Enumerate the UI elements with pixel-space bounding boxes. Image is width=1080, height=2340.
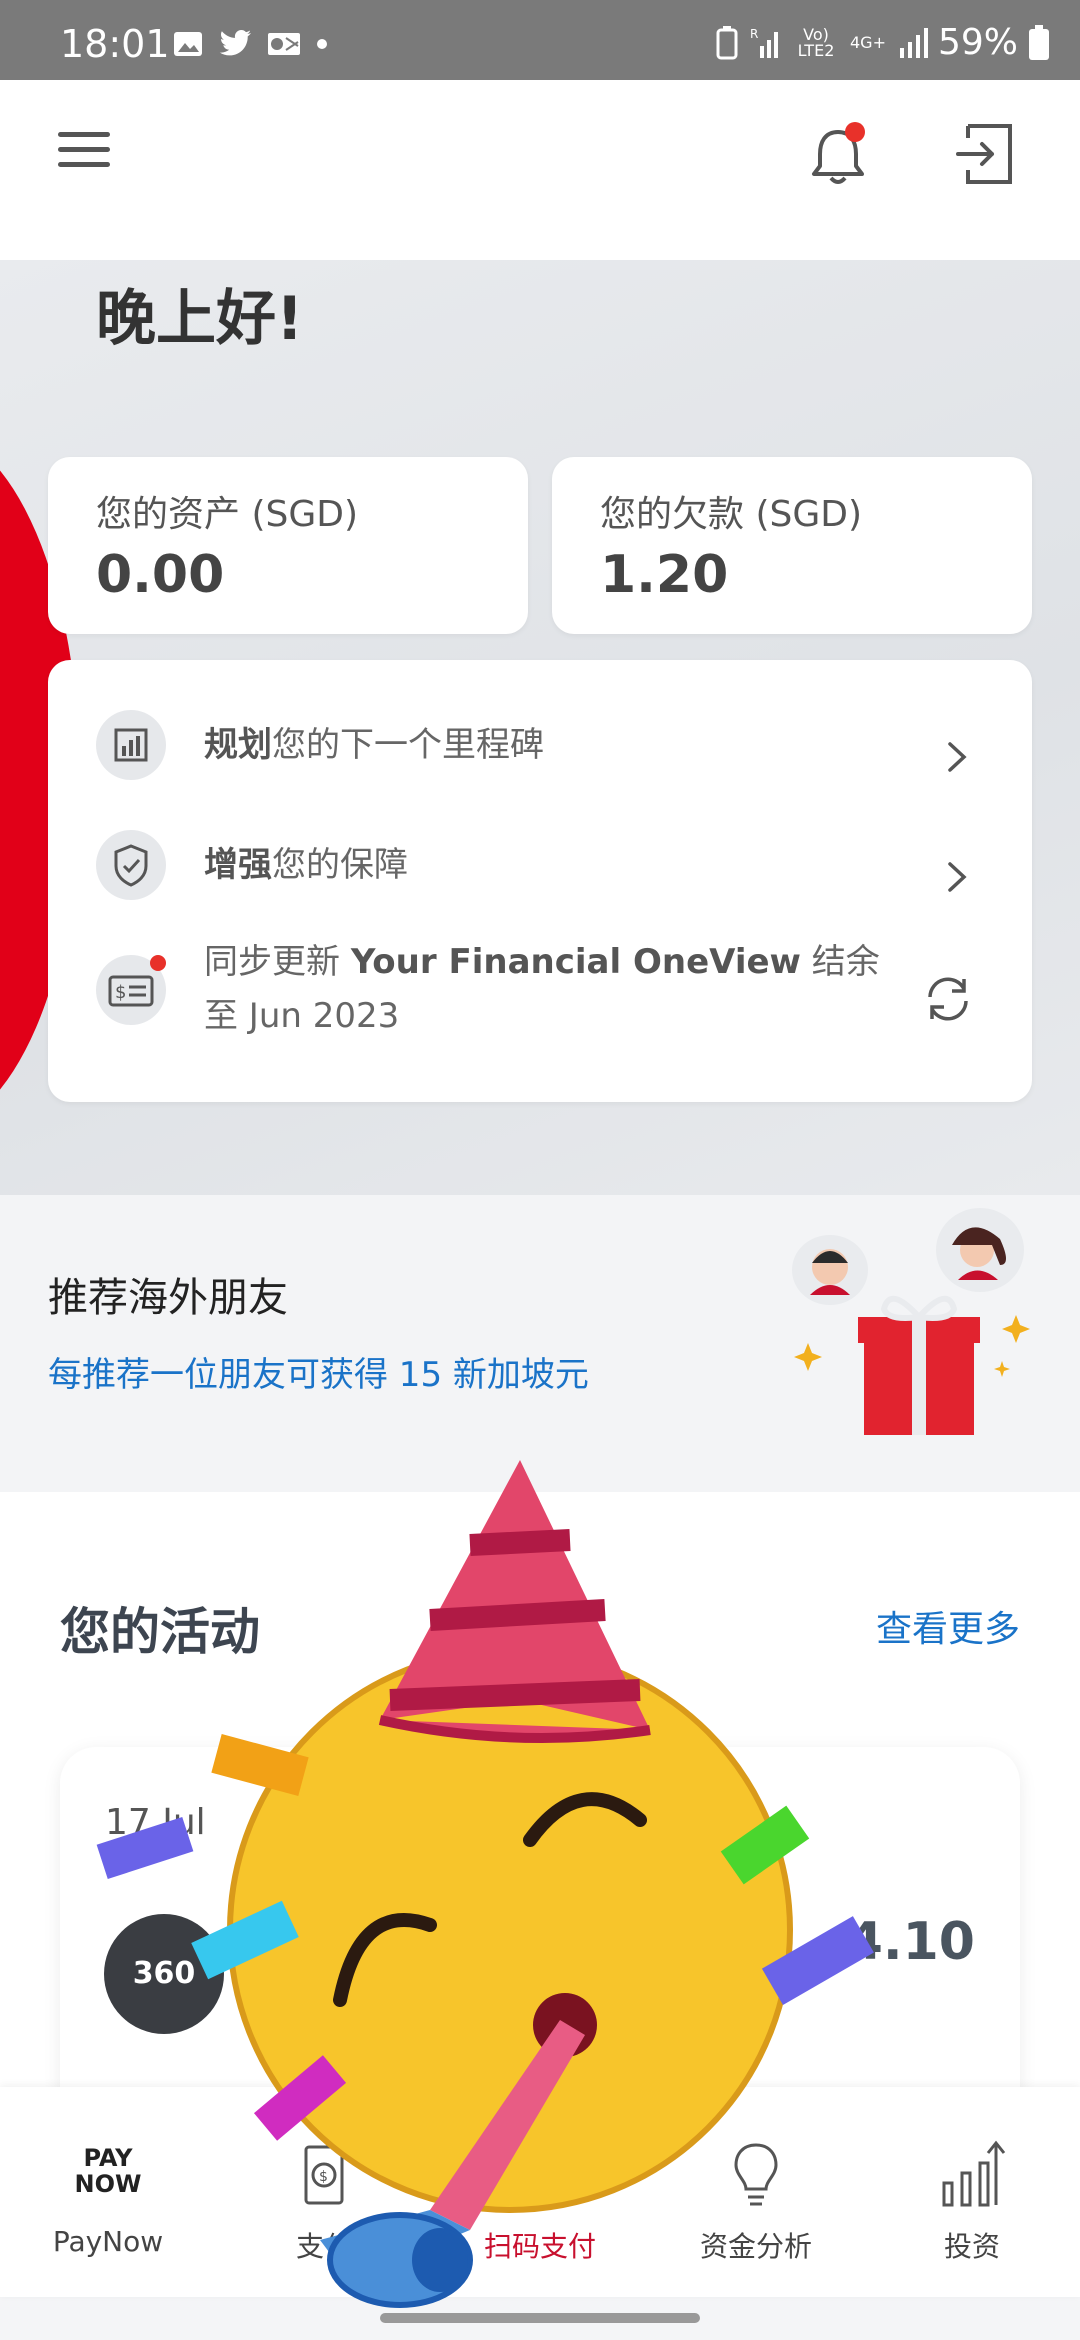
- nav-invest-label: 投资: [943, 2230, 1000, 2263]
- assets-card[interactable]: 您的资产 (SGD) 0.00: [48, 457, 528, 634]
- payment-icon: $: [304, 2145, 344, 2205]
- nav-paynow-label: PayNow: [52, 2225, 164, 2258]
- refresh-icon[interactable]: [920, 971, 976, 1027]
- status-right: R Vo) LTE2 4G+ 59%: [714, 22, 1050, 63]
- chart-icon: [96, 710, 166, 780]
- chevron-right-icon: [948, 742, 967, 772]
- actions-card: 规划您的下一个里程碑 增强您的保障 $ 同步更新 Your Financial …: [48, 660, 1032, 1102]
- invest-icon: [942, 2140, 1006, 2207]
- sync-oneview-text: 同步更新 Your Financial OneView 结余 至 Jun 202…: [204, 935, 880, 1043]
- nav-analysis[interactable]: 资金分析: [648, 2087, 864, 2297]
- merchant-avatar: 360: [104, 1914, 224, 2034]
- paynow-icon: PAY NOW: [68, 2145, 148, 2225]
- enhance-rest: 您的保障: [272, 845, 408, 885]
- sync-bold: Your Financial OneView: [350, 942, 801, 982]
- paynow-logo-line2: NOW: [74, 2170, 142, 2198]
- referral-banner[interactable]: 推荐海外朋友 每推荐一位朋友可获得 15 新加坡元: [0, 1195, 1080, 1492]
- activity-item-card[interactable]: 17 Jul 360 -4.10: [60, 1747, 1020, 2127]
- nav-paynow[interactable]: PAY NOW PayNow: [0, 2087, 216, 2297]
- plan-milestone-row[interactable]: 规划您的下一个里程碑: [48, 700, 1032, 790]
- notification-button[interactable]: [800, 118, 876, 194]
- svg-text:R: R: [750, 27, 758, 41]
- debts-value: 1.20: [600, 545, 729, 605]
- greeting: 晚上好!: [96, 284, 304, 354]
- activity-title: 您的活动: [60, 1603, 260, 1661]
- referral-title: 推荐海外朋友: [48, 1275, 288, 1321]
- twitter-icon: [219, 30, 251, 56]
- sync-line2: 至 Jun 2023: [204, 996, 400, 1036]
- sync-post: 结余: [800, 942, 880, 982]
- nav-invest[interactable]: 投资: [864, 2087, 1080, 2297]
- plan-rest: 您的下一个里程碑: [272, 725, 544, 765]
- signal-2-icon: [899, 27, 928, 58]
- sync-pre: 同步更新: [204, 942, 351, 982]
- dot-icon: [317, 39, 327, 49]
- nav-analysis-label: 资金分析: [699, 2230, 812, 2263]
- app-header: [0, 80, 1080, 260]
- activity-amount: -4.10: [825, 1912, 975, 1972]
- referral-subtitle[interactable]: 每推荐一位朋友可获得 15 新加坡元: [48, 1347, 589, 1396]
- paynow-logo-line1: PAY: [83, 2144, 133, 2172]
- nav-payment[interactable]: $ 支付: [216, 2087, 432, 2297]
- status-time: 18:01: [60, 22, 170, 66]
- status-notification-icons: [172, 30, 328, 58]
- outlook-icon: [268, 33, 300, 55]
- menu-icon-bar: [58, 147, 110, 152]
- enhance-bold: 增强: [204, 845, 272, 885]
- sync-oneview-row[interactable]: $ 同步更新 Your Financial OneView 结余 至 Jun 2…: [48, 935, 1032, 1075]
- menu-button[interactable]: [58, 130, 110, 170]
- debts-card[interactable]: 您的欠款 (SGD) 1.20: [552, 457, 1032, 634]
- bell-icon: [812, 122, 865, 184]
- logout-icon: [956, 124, 1012, 184]
- menu-icon-bar: [58, 162, 110, 167]
- chevron-right-icon: [948, 862, 967, 892]
- nav-payment-label: 支付: [295, 2230, 352, 2263]
- home-indicator[interactable]: [380, 2313, 700, 2323]
- assets-label: 您的资产 (SGD): [96, 494, 359, 535]
- plan-milestone-text: 规划您的下一个里程碑: [204, 718, 544, 772]
- debts-label: 您的欠款 (SGD): [600, 494, 863, 535]
- data-saver-icon: [716, 25, 738, 59]
- svg-text:$: $: [115, 982, 126, 1003]
- bulb-icon: [734, 2143, 778, 2206]
- see-more-link[interactable]: 查看更多: [876, 1600, 1020, 1652]
- logout-button[interactable]: [950, 116, 1026, 192]
- shield-icon: [96, 830, 166, 900]
- enhance-protection-row[interactable]: 增强您的保障: [48, 820, 1032, 910]
- plan-bold: 规划: [204, 725, 272, 765]
- gallery-icon: [174, 32, 202, 56]
- assets-value: 0.00: [96, 545, 225, 605]
- battery-percent: 59%: [937, 22, 1018, 63]
- bill-icon: $: [96, 955, 166, 1025]
- activity-date: 17 Jul: [105, 1802, 206, 1843]
- activity-section: 您的活动 查看更多 17 Jul 360 -4.10: [0, 1492, 1080, 2127]
- bottom-navigation: PAY NOW PayNow $ 支付 扫码支付 资金分析 投资: [0, 2087, 1080, 2297]
- signal-1-icon: R: [750, 27, 778, 58]
- volte-label: Vo) LTE2: [797, 24, 835, 60]
- gift-illustration: [792, 1208, 1030, 1435]
- svg-text:$: $: [319, 2169, 328, 2185]
- nav-scan-pay[interactable]: 扫码支付: [432, 2087, 648, 2297]
- network-label: 4G+: [849, 32, 886, 52]
- battery-icon: [1029, 24, 1049, 60]
- nav-scan-pay-label: 扫码支付: [483, 2230, 596, 2263]
- scan-icon: [514, 2151, 566, 2203]
- enhance-protection-text: 增强您的保障: [204, 838, 408, 892]
- menu-icon: [58, 132, 110, 137]
- status-bar: 18:01 R Vo) LTE2 4G+ 59%: [0, 0, 1080, 80]
